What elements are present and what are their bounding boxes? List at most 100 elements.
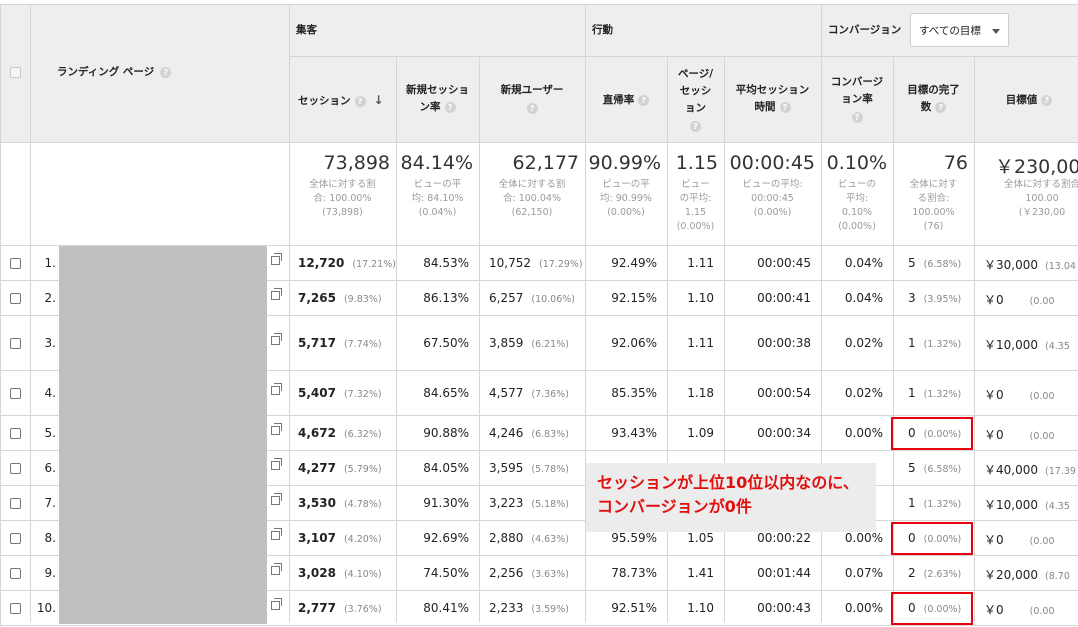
row-checkbox[interactable]	[10, 602, 21, 614]
cell-value: 3	[908, 290, 916, 305]
row-number: 8.	[44, 530, 56, 545]
cell-percent: (5.79%)	[343, 463, 382, 475]
comparison-line: (￥230,00	[1018, 207, 1066, 218]
cell-value: 0.02%	[844, 385, 883, 400]
cell-percent: (0.00	[1029, 295, 1055, 307]
open-in-new-icon[interactable]	[271, 382, 282, 395]
row-checkbox[interactable]	[10, 257, 21, 269]
cell-sessions: 5,717 (7.74%)	[298, 336, 382, 350]
column-divider	[396, 57, 397, 622]
column-header-goal-completions[interactable]: 目標の完了数?	[893, 82, 974, 116]
open-in-new-icon[interactable]	[271, 252, 282, 265]
open-in-new-icon[interactable]	[271, 457, 282, 470]
row-checkbox[interactable]	[10, 462, 21, 474]
cell-value: 00:00:54	[757, 385, 811, 400]
help-circle-icon[interactable]: ?	[1041, 94, 1053, 106]
cell-goal-value: ￥0 (0.00	[984, 601, 1055, 618]
column-header-landing-page[interactable]: ランディング ページ?	[57, 64, 172, 81]
cell-sessions: 3,530 (4.78%)	[298, 496, 382, 510]
row-checkbox[interactable]	[10, 427, 21, 439]
cell-value: ￥40,000	[984, 462, 1038, 477]
open-in-new-icon[interactable]	[271, 287, 282, 300]
cell-value: 1.10	[687, 290, 714, 305]
cell-pages-per-session: 1.41	[687, 566, 714, 580]
cell-new-users: 2,880 (4.63%)	[489, 531, 569, 545]
help-circle-icon[interactable]: ?	[638, 94, 650, 106]
total-goal-completions: 76	[943, 152, 968, 174]
open-in-new-icon[interactable]	[271, 422, 282, 435]
total-conversion-rate: 0.10%	[826, 152, 887, 174]
open-in-new-icon[interactable]	[271, 562, 282, 575]
cell-avg-session-duration: 00:00:43	[757, 601, 811, 615]
select-all-checkbox[interactable]	[10, 67, 21, 78]
help-circle-icon[interactable]: ?	[354, 95, 366, 107]
column-header-new-session-rate[interactable]: 新規セッショ ン率?	[396, 82, 479, 116]
cell-value: 5,717	[298, 335, 336, 350]
help-circle-icon[interactable]: ?	[690, 120, 701, 132]
cell-value: 0.04%	[844, 290, 883, 305]
cell-value: 3,595	[489, 460, 524, 475]
comparison-line: (62,150)	[511, 207, 553, 218]
cell-value: 1	[908, 335, 916, 350]
sort-descending-icon[interactable]: ↓	[374, 93, 384, 107]
cell-value: 0.07%	[844, 565, 883, 580]
annotation-line: セッションが上位10位以内なのに、	[597, 473, 859, 492]
open-in-new-icon[interactable]	[271, 527, 282, 540]
help-circle-icon[interactable]: ?	[444, 101, 456, 113]
row-checkbox[interactable]	[10, 497, 21, 509]
open-in-new-icon[interactable]	[271, 332, 282, 345]
cell-new-users: 4,577 (7.36%)	[489, 386, 569, 400]
row-checkbox[interactable]	[10, 292, 21, 304]
caret-down-icon	[992, 29, 1000, 34]
cell-goal-value: ￥10,000 (4.35	[984, 496, 1070, 513]
cell-goal-value: ￥0 (0.00	[984, 531, 1055, 548]
cell-conversion-rate: 0.00%	[845, 426, 883, 440]
cell-sessions: 4,277 (5.79%)	[298, 461, 382, 475]
column-header-bounce-rate[interactable]: 直帰率?	[585, 92, 667, 109]
cell-sessions: 7,265 (9.83%)	[298, 291, 382, 305]
comparison-line: 100.00%	[912, 207, 955, 218]
open-in-new-icon[interactable]	[271, 597, 282, 610]
row-number: 10.	[36, 600, 56, 615]
cell-sessions: 3,028 (4.10%)	[298, 566, 382, 580]
help-circle-icon[interactable]: ?	[160, 66, 172, 78]
column-header-goal-value[interactable]: 目標値?	[974, 92, 1078, 109]
cell-value: 2,777	[298, 600, 336, 615]
column-header-new-users[interactable]: 新規ユーザー?	[479, 82, 585, 117]
column-header-label: 目標値?	[974, 92, 1078, 109]
goal-selector-dropdown[interactable]: すべての目標	[910, 13, 1009, 47]
cell-value: 78.73%	[611, 565, 657, 580]
cell-value: 0.00%	[844, 600, 883, 615]
column-header-avg-session-duration[interactable]: 平均セッション 時間?	[724, 82, 821, 116]
column-header-pages-per-session[interactable]: ページ/セッシ ョン?	[667, 66, 724, 135]
comparison-line: 平均:	[845, 193, 869, 204]
cell-percent: (3.76%)	[343, 603, 382, 615]
comparison-line: (0.00%)	[676, 221, 715, 232]
column-header-sessions[interactable]: セッション? ↓	[298, 92, 405, 110]
cell-avg-session-duration: 00:00:22	[757, 531, 811, 545]
row-checkbox[interactable]	[10, 567, 21, 579]
cell-goal-completions: 5 (6.58%)	[908, 256, 961, 270]
row-checkbox[interactable]	[10, 337, 21, 349]
comparison-line: る割合:	[917, 193, 950, 204]
column-divider	[30, 5, 31, 622]
row-checkbox[interactable]	[10, 532, 21, 544]
column-header-conversion-rate[interactable]: コンバージ ョン率?	[821, 74, 893, 126]
comparison-line: 全体に対する割	[309, 179, 376, 190]
cell-percent: (10.06%)	[531, 293, 575, 305]
open-in-new-icon[interactable]	[271, 492, 282, 505]
cell-percent: (6.83%)	[531, 428, 569, 440]
row-checkbox[interactable]	[10, 387, 21, 399]
total-goal-completions-comparison: 全体に対す る割合: 100.00% (76)	[897, 178, 970, 234]
cell-goal-value: ￥10,000 (4.35	[984, 336, 1070, 353]
cell-percent: (2.63%)	[923, 568, 962, 580]
help-circle-icon[interactable]: ?	[526, 102, 538, 114]
cell-new-session-rate: 86.13%	[423, 291, 469, 305]
help-circle-icon[interactable]: ?	[935, 101, 947, 113]
cell-percent: (1.32%)	[923, 388, 962, 400]
cell-pages-per-session: 1.11	[687, 256, 714, 270]
help-circle-icon[interactable]: ?	[779, 101, 791, 113]
help-circle-icon[interactable]: ?	[851, 111, 863, 123]
cell-value: 84.05%	[423, 460, 469, 475]
row-number: 2.	[44, 290, 56, 305]
